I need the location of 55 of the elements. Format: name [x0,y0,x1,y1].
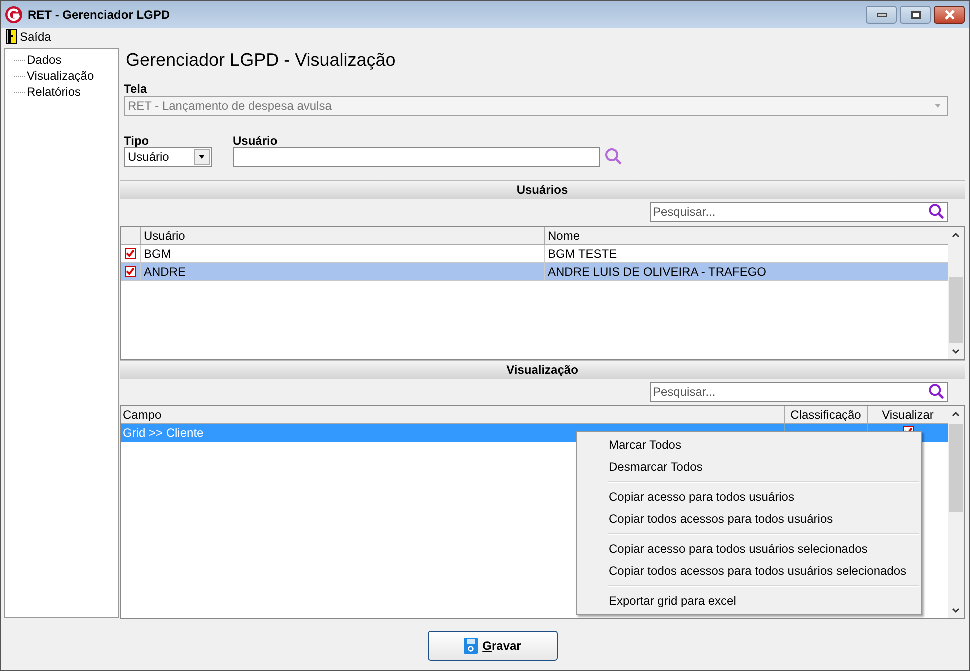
page-heading: Gerenciador LGPD - Visualização [126,49,397,71]
close-button[interactable] [934,6,965,24]
column-header[interactable]: Classificação [785,406,868,423]
table-cell: BGM [141,245,545,262]
search-input-field[interactable]: Pesquisar... [651,203,928,221]
scroll-thumb[interactable] [949,424,963,512]
menu-item[interactable]: Copiar todos acessos para todos usuários selecionados [577,560,921,582]
type-dropdown[interactable]: Usuário [124,147,212,167]
scroll-up-icon[interactable] [952,411,960,417]
section-header: Visualização [120,360,965,379]
column-header[interactable]: Nome [545,227,948,244]
column-header[interactable]: Visualizar [868,406,948,423]
exit-menu-item[interactable]: Saída [6,28,52,46]
field-label: Tela [124,81,148,96]
table-row[interactable]: BGM BGM TESTE [121,245,948,263]
search-field[interactable]: Pesquisar... [650,202,948,222]
column-header[interactable]: Campo [121,406,785,423]
dropdown-value: Usuário [127,149,170,166]
tree-item[interactable]: Relatórios [27,83,82,101]
tree-item[interactable]: Dados [27,51,62,69]
close-icon [944,10,955,20]
table-cell: ANDRE [141,263,545,280]
tree-item[interactable]: Visualização [27,67,94,85]
search-input-field[interactable]: Pesquisar... [651,383,928,401]
maximize-button[interactable] [900,6,931,24]
scroll-thumb[interactable] [949,277,963,343]
menu-item[interactable]: Exportar grid para excel [577,590,921,612]
window-title: RET - Gerenciador LGPD [28,6,170,24]
dropdown-button[interactable] [194,149,210,165]
checkbox[interactable] [125,266,136,277]
search-icon[interactable] [928,383,946,401]
scroll-up-icon[interactable] [952,232,960,238]
search-icon[interactable] [604,147,624,167]
column-header[interactable]: Usuário [141,227,545,244]
table-cell-text: BGM TESTE [547,246,618,262]
menu-item[interactable]: Copiar acesso para todos usuários selecionados [577,538,921,560]
app-logo-icon [5,6,23,24]
menu-item[interactable]: Copiar todos acessos para todos usuários [577,508,921,530]
search-icon[interactable] [928,203,946,221]
table-row[interactable]: ANDRE ANDRE LUIS DE OLIVEIRA - TRAFEGO [121,263,948,281]
field-label: Tipo [124,133,150,146]
menu-item[interactable]: Desmarcar Todos [577,456,921,478]
section-header: Usuários [120,180,965,199]
combobox-value: RET - Lançamento de despesa avulsa [127,98,333,115]
minimize-button[interactable] [866,6,897,24]
scroll-down-icon[interactable] [952,608,960,614]
save-button[interactable]: Gravar [428,631,558,661]
table-cell-text: ANDRE LUIS DE OLIVEIRA - TRAFEGO [547,264,768,280]
checkbox[interactable] [125,248,136,259]
search-field[interactable]: Pesquisar... [650,382,948,402]
scroll-down-icon[interactable] [952,349,960,355]
menu-item[interactable]: Copiar acesso para todos usuários [577,486,921,508]
user-input-field[interactable] [233,147,600,167]
door-icon [6,29,17,44]
field-label: Usuário [233,133,278,146]
